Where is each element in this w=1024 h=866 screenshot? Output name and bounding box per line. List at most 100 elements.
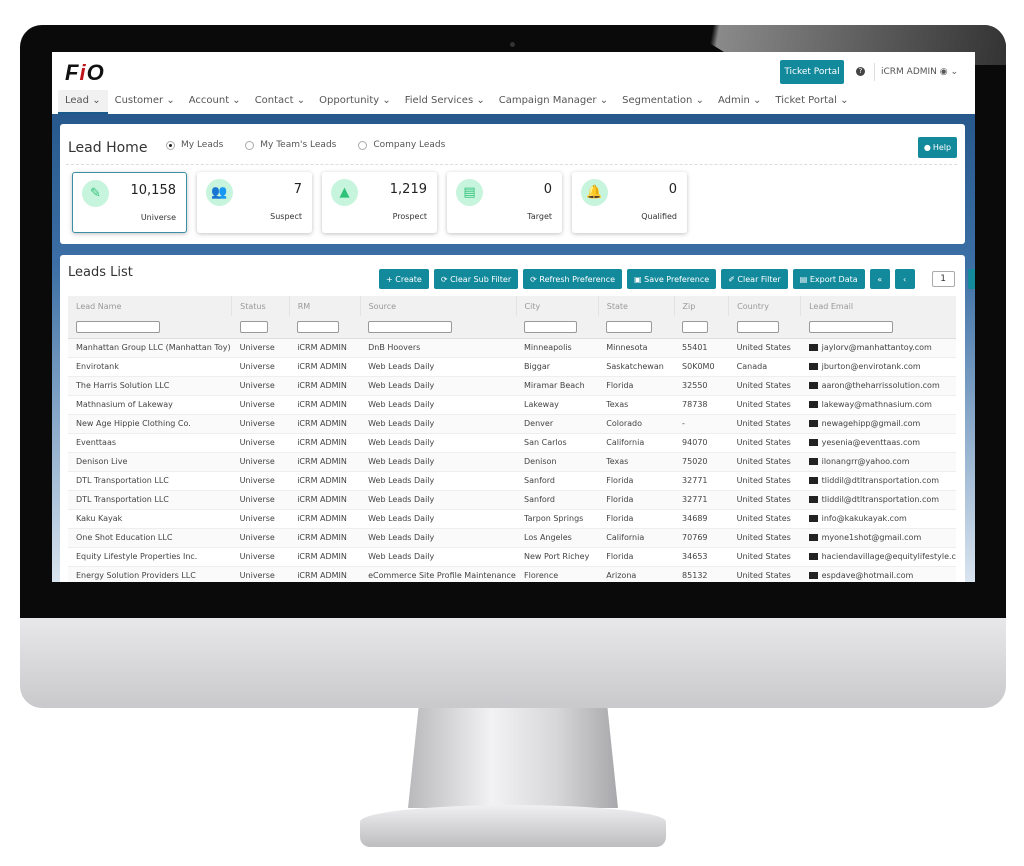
table-row[interactable]: DTL Transportation LLC Universe iCRM ADMIN… xyxy=(68,490,956,510)
filter-input-country[interactable] xyxy=(736,320,779,333)
create-button[interactable]: + Create xyxy=(379,269,429,289)
cell-text[interactable]: tliddil@dtltransportation.com xyxy=(822,476,939,485)
stage-card-universe[interactable]: ✎ 10,158 Universe xyxy=(72,172,187,233)
nav-item-admin[interactable]: Admin ⌄ xyxy=(711,90,768,114)
table-row[interactable]: Eventtaas Universe iCRM ADMIN Web Leads Dai… xyxy=(68,433,956,453)
nav-item-opportunity[interactable]: Opportunity ⌄ xyxy=(312,90,398,114)
help-icon[interactable]: ? xyxy=(856,67,865,76)
lead-name-link[interactable]: Eventtaas xyxy=(68,433,232,453)
next-page-button[interactable]: › xyxy=(967,269,975,289)
nav-item-customer[interactable]: Customer ⌄ xyxy=(108,90,182,114)
nav-item-segmentation[interactable]: Segmentation ⌄ xyxy=(615,90,711,114)
first-page-button[interactable]: « xyxy=(869,269,890,289)
table-row[interactable]: One Shot Education LLC Universe iCRM ADMIN… xyxy=(68,528,956,548)
cell-text[interactable]: newagehipp@gmail.com xyxy=(822,419,921,428)
cell-text[interactable]: Denison Live xyxy=(76,457,127,466)
radio-my-leads[interactable]: My Leads xyxy=(166,140,223,150)
cell-text[interactable]: Energy Solution Providers LLC xyxy=(76,571,196,580)
prev-page-button[interactable]: ‹ xyxy=(894,269,915,289)
ticket-portal-button[interactable]: Ticket Portal xyxy=(780,60,844,84)
cell-text[interactable]: espdave@hotmail.com xyxy=(822,571,914,580)
column-header[interactable]: Lead Email xyxy=(800,296,956,316)
cell-text[interactable]: jaylorv@manhattantoy.com xyxy=(822,343,932,352)
lead-email[interactable]: tliddil@dtltransportation.com xyxy=(800,471,956,491)
filter-input-source[interactable] xyxy=(368,320,453,333)
cell-text[interactable]: tliddil@dtltransportation.com xyxy=(822,495,939,504)
column-header[interactable]: Lead Name xyxy=(68,296,232,316)
lead-name-link[interactable]: DTL Transportation LLC xyxy=(68,471,232,491)
filter-input-rm[interactable] xyxy=(297,320,340,333)
cell-text[interactable]: Kaku Kayak xyxy=(76,514,122,523)
lead-email[interactable]: aaron@theharrissolution.com xyxy=(800,376,956,396)
filter-input-lead-name[interactable] xyxy=(76,320,160,333)
lead-email[interactable]: yesenia@eventtaas.com xyxy=(800,433,956,453)
column-header[interactable]: State xyxy=(597,296,675,316)
lead-email[interactable]: ilonangrr@yahoo.com xyxy=(800,452,956,472)
table-row[interactable]: DTL Transportation LLC Universe iCRM ADMIN… xyxy=(68,471,956,491)
column-header[interactable]: RM xyxy=(288,296,361,316)
table-row[interactable]: Energy Solution Providers LLC Universe iCR… xyxy=(68,566,956,582)
lead-email[interactable]: jaylorv@manhattantoy.com xyxy=(800,338,956,358)
cell-text[interactable]: aaron@theharrissolution.com xyxy=(822,381,940,390)
cell-text[interactable]: Envirotank xyxy=(76,362,119,371)
page-number-input[interactable]: 1 xyxy=(931,271,955,287)
table-row[interactable]: Kaku Kayak Universe iCRM ADMIN Web Leads Da… xyxy=(68,509,956,529)
table-row[interactable]: New Age Hippie Clothing Co. Universe iCRM … xyxy=(68,414,956,434)
radio-button[interactable] xyxy=(166,140,175,150)
lead-name-link[interactable]: Equity Lifestyle Properties Inc. xyxy=(68,547,232,567)
lead-name-link[interactable]: Mathnasium of Lakeway xyxy=(68,395,232,415)
column-header[interactable]: City xyxy=(515,296,599,316)
filter-input-state[interactable] xyxy=(606,320,653,333)
cell-text[interactable]: ilonangrr@yahoo.com xyxy=(822,457,910,466)
cell-text[interactable]: Manhattan Group LLC (Manhattan Toy) xyxy=(76,343,231,352)
table-row[interactable]: The Harris Solution LLC Universe iCRM ADMI… xyxy=(68,376,956,396)
cell-text[interactable]: jburton@envirotank.com xyxy=(822,362,921,371)
column-header[interactable]: Status xyxy=(231,296,290,316)
cell-text[interactable]: haciendavillage@equitylifestyle.c xyxy=(822,552,956,561)
nav-item-account[interactable]: Account ⌄ xyxy=(182,90,248,114)
lead-name-link[interactable]: Kaku Kayak xyxy=(68,509,232,529)
lead-email[interactable]: lakeway@mathnasium.com xyxy=(800,395,956,415)
cell-text[interactable]: DTL Transportation LLC xyxy=(76,476,169,485)
lead-name-link[interactable]: Manhattan Group LLC (Manhattan Toy) xyxy=(68,338,232,358)
user-menu[interactable]: iCRM ADMIN ◉ ⌄ xyxy=(874,63,958,81)
nav-item-contact[interactable]: Contact ⌄ xyxy=(248,90,312,114)
table-row[interactable]: Equity Lifestyle Properties Inc. Universe… xyxy=(68,547,956,567)
export-data-button[interactable]: ▤ Export Data xyxy=(792,269,865,289)
nav-item-ticket-portal[interactable]: Ticket Portal ⌄ xyxy=(768,90,855,114)
lead-name-link[interactable]: One Shot Education LLC xyxy=(68,528,232,548)
column-header[interactable]: Zip xyxy=(673,296,729,316)
cell-text[interactable]: lakeway@mathnasium.com xyxy=(822,400,932,409)
table-row[interactable]: Denison Live Universe iCRM ADMIN Web Leads … xyxy=(68,452,956,472)
lead-name-link[interactable]: Denison Live xyxy=(68,452,232,472)
lead-email[interactable]: newagehipp@gmail.com xyxy=(800,414,956,434)
cell-text[interactable]: Equity Lifestyle Properties Inc. xyxy=(76,552,197,561)
cell-text[interactable]: The Harris Solution LLC xyxy=(76,381,169,390)
cell-text[interactable]: New Age Hippie Clothing Co. xyxy=(76,419,191,428)
lead-email[interactable]: jburton@envirotank.com xyxy=(800,357,956,377)
column-header[interactable]: Country xyxy=(728,296,801,316)
lead-name-link[interactable]: Envirotank xyxy=(68,357,232,377)
nav-item-lead[interactable]: Lead ⌄ xyxy=(58,90,108,114)
radio-button[interactable] xyxy=(245,140,255,150)
column-header[interactable]: Source xyxy=(359,296,517,316)
logo[interactable]: FiO xyxy=(65,60,105,86)
clear-sub-filter-button[interactable]: ⟳ Clear Sub Filter xyxy=(433,269,519,289)
nav-item-field-services[interactable]: Field Services ⌄ xyxy=(398,90,492,114)
lead-name-link[interactable]: Energy Solution Providers LLC xyxy=(68,566,232,582)
table-row[interactable]: Mathnasium of Lakeway Universe iCRM ADMIN W… xyxy=(68,395,956,415)
refresh-preference-button[interactable]: ⟳ Refresh Preference xyxy=(523,269,623,289)
table-row[interactable]: Envirotank Universe iCRM ADMIN Web Leads Da… xyxy=(68,357,956,377)
cell-text[interactable]: info@kakukayak.com xyxy=(822,514,907,523)
lead-name-link[interactable]: The Harris Solution LLC xyxy=(68,376,232,396)
table-row[interactable]: Manhattan Group LLC (Manhattan Toy) Unive… xyxy=(68,338,956,358)
lead-email[interactable]: tliddil@dtltransportation.com xyxy=(800,490,956,510)
lead-email[interactable]: info@kakukayak.com xyxy=(800,509,956,529)
lead-email[interactable]: espdave@hotmail.com xyxy=(800,566,956,582)
clear-filter-button[interactable]: ✐ Clear Filter xyxy=(721,269,788,289)
cell-text[interactable]: yesenia@eventtaas.com xyxy=(822,438,920,447)
cell-text[interactable]: Eventtaas xyxy=(76,438,116,447)
stage-card-target[interactable]: ▤ 0 Target xyxy=(447,172,562,233)
save-preference-button[interactable]: ▣ Save Preference xyxy=(627,269,717,289)
radio-button[interactable] xyxy=(358,140,368,150)
